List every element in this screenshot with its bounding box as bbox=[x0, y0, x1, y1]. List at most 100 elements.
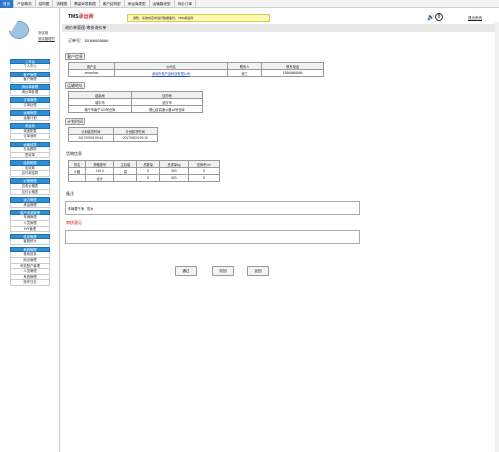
table-header-cell: 货名 bbox=[68, 160, 86, 168]
page-title: 询价单管理-审核询价单 bbox=[62, 24, 499, 32]
user-role-link[interactable]: 测试管理员 bbox=[38, 36, 55, 41]
reject-button[interactable]: 驳回 bbox=[212, 266, 234, 276]
table-header-cell: 起始地 bbox=[68, 91, 132, 99]
table-cell: 1x0.4 bbox=[84, 167, 115, 175]
table-cell: 500 bbox=[158, 174, 189, 182]
table-body: 用户名 公司名 联系人 联系电话 zenvehan 深圳市泰产品科技有限公司 张三 1566… bbox=[67, 62, 324, 77]
top-nav: 首页 产品概况 结构图 流程图 需量米表数据 客户结构型 承运商类型 运输路线型 待办订单 bbox=[0, 0, 499, 8]
main-area: TMS承运商 通知：系统将定时进行数据备份，TMS承运商 🔊 8 退出系统 询价… bbox=[62, 8, 499, 452]
table-cell: 5 bbox=[136, 167, 160, 175]
menu-item[interactable]: 运输计划 bbox=[10, 115, 50, 122]
table-cell: zenvehan bbox=[67, 69, 116, 77]
table-cell: 城中市 bbox=[68, 98, 132, 106]
table-header-cell: 总体积 m³ bbox=[187, 160, 221, 168]
table-row: 南宁市南宁123号仓库 横山区高速公路16号仓库 bbox=[68, 105, 204, 113]
table-header-cell: 联系人 bbox=[226, 62, 263, 70]
user-profile: 测试用 测试管理员 bbox=[0, 8, 59, 50]
menu-item[interactable]: KPI管理 bbox=[10, 226, 50, 233]
table-row: 2017/09/24 09:10 2017/09/24 09:15 bbox=[68, 134, 158, 142]
table-row: 起始地 目的地 bbox=[68, 91, 204, 99]
schedule-table: 计划装货时间 计划卸货时间 2017/09/24 09:10 2017/09/24 … bbox=[68, 127, 158, 142]
order-number: 订单号：15066666666 bbox=[68, 38, 109, 43]
top-nav-tab[interactable]: 待办订单 bbox=[175, 0, 196, 8]
menu-item[interactable]: 操作日志 bbox=[10, 280, 50, 286]
logout-link[interactable]: 退出系统 bbox=[468, 16, 482, 21]
table-cell: 合计 bbox=[84, 174, 115, 182]
goods-section-label: 货物信息 bbox=[66, 151, 82, 156]
top-nav-tab[interactable]: 客户结构型 bbox=[100, 0, 125, 8]
table-header-cell: 总数量 bbox=[136, 160, 160, 168]
shipping-section-label: 运输地址 bbox=[65, 82, 85, 89]
table-header-cell: 计划装货时间 bbox=[68, 127, 114, 135]
remark-box: 车辆要干净、防水 bbox=[65, 201, 360, 215]
table-cell: 5 bbox=[187, 174, 221, 182]
menu-item[interactable]: 承运管理 bbox=[10, 202, 50, 209]
table-row: 合计 5 500 5 bbox=[68, 174, 221, 182]
table-header-cell: 用户名 bbox=[67, 62, 116, 70]
top-nav-tab[interactable]: 流程图 bbox=[53, 0, 72, 8]
back-button[interactable]: 返回 bbox=[247, 266, 269, 276]
table-body: 货名 规格型号 主包装 总数量 总重量kg 总体积 m³ 沙糖 1x0.4 袋 5 500 5 合计… bbox=[68, 160, 221, 182]
menu-item[interactable]: 客户管理 bbox=[10, 77, 50, 83]
menu-item[interactable]: 订单追踪 bbox=[10, 134, 50, 140]
table-cell: 武汉市 bbox=[130, 98, 204, 106]
menu-item[interactable]: 客服统计 bbox=[10, 239, 50, 246]
table-cell bbox=[113, 174, 138, 182]
goods-table: 货名 规格型号 主包装 总数量 总重量kg 总体积 m³ 沙糖 1x0.4 袋 5 500 5 合计… bbox=[68, 160, 221, 182]
table-row: zenvehan 深圳市泰产品科技有限公司 张三 15666666666 bbox=[67, 69, 324, 77]
top-nav-tab[interactable]: 产品概况 bbox=[14, 0, 36, 8]
scrollbar[interactable] bbox=[495, 22, 499, 452]
top-nav-tab[interactable]: 首页 bbox=[0, 0, 15, 8]
menu-item[interactable]: 订单处理 bbox=[10, 102, 50, 109]
avatar bbox=[9, 21, 29, 39]
table-cell: 袋 bbox=[113, 167, 138, 175]
remark-label: 备注 bbox=[66, 191, 74, 196]
shipping-table: 起始地 目的地 城中市 武汉市 南宁市南宁123号仓库 横山区高速公路16号仓库 bbox=[68, 91, 204, 113]
top-nav-tab[interactable]: 需量米表数据 bbox=[71, 0, 100, 8]
table-cell: 2017/09/24 09:10 bbox=[68, 134, 114, 142]
table-row: 沙糖 1x0.4 袋 5 500 5 bbox=[68, 167, 221, 175]
table-header-cell: 计划卸货时间 bbox=[112, 127, 158, 135]
menu-item[interactable]: 询价单处理 bbox=[10, 90, 50, 96]
top-nav-tab[interactable]: 承运商类型 bbox=[125, 0, 150, 8]
approve-button[interactable]: 通过 bbox=[175, 266, 197, 276]
table-cell: 横山区高速公路16号仓库 bbox=[130, 105, 204, 113]
review-input[interactable] bbox=[65, 230, 360, 244]
top-nav-tab[interactable]: 运输路线型 bbox=[150, 0, 175, 8]
menu-item[interactable]: 个人中心 bbox=[10, 64, 50, 70]
table-cell: 张三 bbox=[226, 69, 263, 77]
menu-item[interactable]: 应付价格表 bbox=[10, 189, 50, 196]
left-sidebar: 测试用 测试管理员 工作台 个人中心 客户管理 客户管理 询价单管理 询价单处理 订单管理订… bbox=[0, 8, 60, 452]
table-row: 用户名 公司名 联系人 联系电话 bbox=[67, 62, 324, 70]
user-name: 测试用 bbox=[38, 31, 49, 35]
table-header-cell: 规格型号 bbox=[84, 160, 115, 168]
speaker-icon[interactable]: 🔊 bbox=[427, 14, 434, 21]
table-cell: 5 bbox=[136, 174, 160, 182]
table-row: 计划装货时间 计划卸货时间 bbox=[68, 127, 158, 135]
logo: TMS承运商 bbox=[68, 14, 94, 20]
company-link[interactable]: 深圳市泰产品科技有限公司 bbox=[114, 69, 228, 77]
schedule-section-label: 计划时间 bbox=[65, 118, 85, 125]
header: TMS承运商 通知：系统将定时进行数据备份，TMS承运商 🔊 8 退出系统 bbox=[62, 8, 499, 22]
table-body: 起始地 目的地 城中市 武汉市 南宁市南宁123号仓库 横山区高速公路16号仓库 bbox=[68, 91, 204, 113]
customer-table: 用户名 公司名 联系人 联系电话 zenvehan 深圳市泰产品科技有限公司 张三 1566… bbox=[67, 62, 324, 77]
table-header-cell: 主包装 bbox=[113, 160, 138, 168]
menu-item[interactable]: 签收单 bbox=[10, 152, 50, 159]
table-row: 货名 规格型号 主包装 总数量 总重量kg 总体积 m³ bbox=[68, 160, 221, 168]
table-cell: 500 bbox=[158, 167, 189, 175]
notice-banner: 通知：系统将定时进行数据备份，TMS承运商 bbox=[127, 14, 270, 22]
table-cell bbox=[68, 174, 86, 182]
table-cell: 沙糖 bbox=[68, 167, 86, 175]
table-cell: 15666666666 bbox=[261, 69, 324, 77]
table-row: 城中市 武汉市 bbox=[68, 98, 204, 106]
table-cell: 南宁市南宁123号仓库 bbox=[68, 105, 132, 113]
top-nav-tab[interactable]: 结构图 bbox=[36, 0, 54, 8]
table-header-cell: 公司名 bbox=[114, 62, 228, 70]
message-count-badge[interactable]: 8 bbox=[435, 13, 443, 21]
table-header-cell: 总重量kg bbox=[158, 160, 189, 168]
menu-item[interactable]: 应付款结算 bbox=[10, 171, 50, 177]
table-cell: 5 bbox=[187, 167, 221, 175]
table-cell: 2017/09/24 09:15 bbox=[112, 134, 158, 142]
table-header-cell: 联系电话 bbox=[261, 62, 324, 70]
review-label: 审核意见 bbox=[66, 220, 82, 225]
